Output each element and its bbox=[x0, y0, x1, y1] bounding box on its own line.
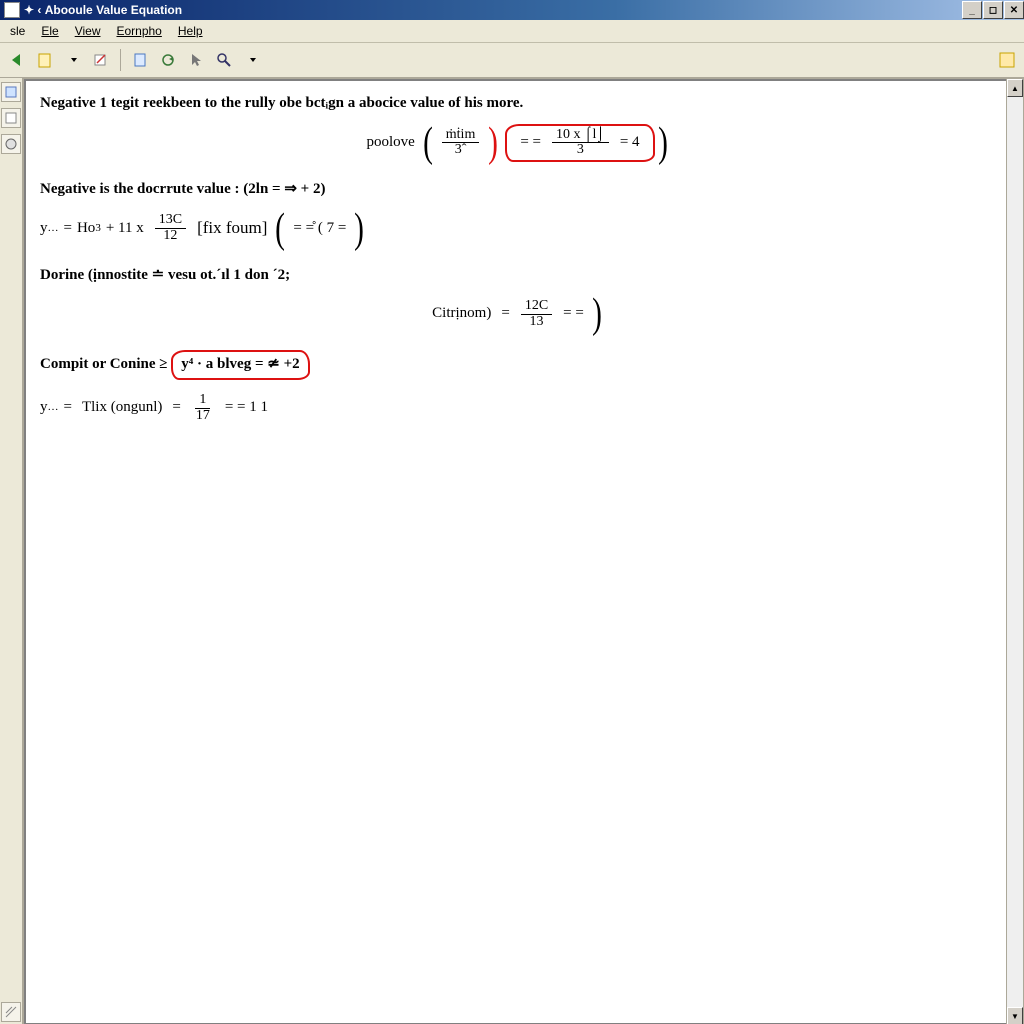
eq1-frac1-num: ṁṫim bbox=[442, 128, 480, 144]
pointer-icon[interactable] bbox=[183, 47, 209, 73]
zoom-icon[interactable] bbox=[211, 47, 237, 73]
eq3-frac: 12C 13 bbox=[521, 299, 552, 329]
title-prefix: ✦ ‹ bbox=[24, 3, 41, 17]
page-icon[interactable] bbox=[127, 47, 153, 73]
text-line-4a: Compit or Conine ≥ bbox=[40, 356, 168, 372]
eq4-ysub: … bbox=[48, 400, 59, 416]
eq2-paren-inner: = =̊ ( 7 = bbox=[288, 218, 351, 240]
text-line-1: Negative 1 tegit reekbeen to the rully o… bbox=[40, 93, 992, 115]
eq1-mid: = = bbox=[515, 132, 546, 154]
text-line-2b: (2ln = ⇒ + 2) bbox=[243, 181, 325, 197]
scroll-up-button[interactable]: ▲ bbox=[1007, 79, 1023, 97]
eq2-ho: Ho bbox=[77, 218, 95, 240]
title-bar: ✦ ‹ Abooule Value Equation _ ◻ ✕ bbox=[0, 0, 1024, 20]
equation-3: Citrịnom) = 12C 13 = = ) bbox=[40, 292, 992, 336]
refresh-icon[interactable] bbox=[155, 47, 181, 73]
text-line-4: Compit or Conine ≥ y⁴ · a blveg = ≄ +2 bbox=[40, 350, 992, 380]
open-paren-icon: ( bbox=[422, 122, 433, 164]
eq1-prefix: poolove bbox=[361, 132, 419, 154]
text-line-2a: Negative is the docrrute value : bbox=[40, 181, 240, 197]
vertical-scrollbar[interactable]: ▲ ▼ bbox=[1006, 79, 1023, 1024]
back-arrow-icon[interactable] bbox=[4, 47, 30, 73]
text-line-4b: y⁴ · a blveg = ≄ +2 bbox=[181, 354, 299, 376]
minimize-button[interactable]: _ bbox=[962, 1, 982, 19]
zoom-dropdown[interactable] bbox=[239, 47, 265, 73]
window-buttons: _ ◻ ✕ bbox=[961, 1, 1024, 19]
eq2-fixfoum: [fix foum] bbox=[192, 216, 272, 241]
help-box-icon[interactable] bbox=[994, 47, 1020, 73]
sidebar-tool-b[interactable] bbox=[1, 108, 21, 128]
content-frame: Negative 1 tegit reekbeen to the rully o… bbox=[23, 78, 1024, 1024]
eq2-frac-den: 12 bbox=[159, 229, 181, 244]
document-area: Negative 1 tegit reekbeen to the rully o… bbox=[26, 81, 1006, 1023]
eq2-frac-num: 13C bbox=[155, 213, 186, 229]
sidebar-tool-c[interactable] bbox=[1, 134, 21, 154]
eq2-plus11x: + 11 x bbox=[101, 218, 149, 240]
app-icon bbox=[4, 2, 20, 18]
eq3-tail: = = bbox=[558, 303, 589, 325]
eq2-y: y bbox=[40, 218, 48, 240]
eq-line4-red-annotation: y⁴ · a blveg = ≄ +2 bbox=[171, 350, 309, 380]
toolbar bbox=[0, 43, 1024, 78]
new-doc-icon[interactable] bbox=[32, 47, 58, 73]
eq4-tlix: Tlix (ongunl) bbox=[77, 397, 167, 419]
menu-sle[interactable]: sle bbox=[2, 22, 33, 40]
close-button[interactable]: ✕ bbox=[1004, 1, 1024, 19]
eq4-eq2: = bbox=[167, 397, 185, 419]
equation-1: poolove ( ṁṫim 3ˆ ) = = 10 x ⌠l⌡ 3 bbox=[40, 121, 992, 165]
sidebar-corner-icon[interactable] bbox=[1, 1002, 21, 1022]
toolbar-separator bbox=[120, 49, 121, 71]
scroll-down-button[interactable]: ▼ bbox=[1007, 1007, 1023, 1024]
eq1-frac2-den: 3 bbox=[573, 143, 588, 158]
menu-bar: sle Ele View Eornpho Help bbox=[0, 20, 1024, 43]
eq3-frac-den: 13 bbox=[525, 315, 547, 330]
scroll-track[interactable] bbox=[1007, 97, 1023, 1007]
close-paren-icon-2: ) bbox=[657, 122, 668, 164]
eq2-open-paren-icon: ( bbox=[275, 208, 286, 250]
eq4-y: y bbox=[40, 397, 48, 419]
eq4-eq: = bbox=[59, 397, 77, 419]
new-doc-dropdown[interactable] bbox=[60, 47, 86, 73]
window-title: Abooule Value Equation bbox=[45, 3, 961, 17]
eq4-frac-den: 17 bbox=[192, 409, 214, 424]
convert-icon[interactable] bbox=[88, 47, 114, 73]
eq4-frac: 1 17 bbox=[192, 393, 214, 423]
eq3-frac-num: 12C bbox=[521, 299, 552, 315]
workspace: Negative 1 tegit reekbeen to the rully o… bbox=[0, 78, 1024, 1024]
menu-view[interactable]: View bbox=[67, 22, 109, 40]
eq3-lhs: Citrịnom) bbox=[427, 303, 496, 325]
eq1-frac1: ṁṫim 3ˆ bbox=[442, 128, 480, 158]
text-line-2: Negative is the docrrute value : (2ln = … bbox=[40, 179, 992, 201]
equation-2: y … = Ho 3 + 11 x 13C 12 [fix foum] ( = … bbox=[40, 207, 992, 251]
menu-eornpho[interactable]: Eornpho bbox=[108, 22, 169, 40]
eq1-tail: = 4 bbox=[615, 132, 645, 154]
eq3-eq: = bbox=[496, 303, 514, 325]
restore-button[interactable]: ◻ bbox=[983, 1, 1003, 19]
menu-ele[interactable]: Ele bbox=[33, 22, 66, 40]
eq2-frac: 13C 12 bbox=[155, 213, 186, 243]
eq2-ysub: … bbox=[48, 221, 59, 237]
left-sidebar bbox=[0, 78, 23, 1024]
eq4-frac-num: 1 bbox=[195, 393, 210, 409]
eq1-frac1-den: 3ˆ bbox=[451, 143, 471, 158]
document-body: Negative 1 tegit reekbeen to the rully o… bbox=[26, 81, 1006, 452]
eq2-eq: = bbox=[59, 218, 77, 240]
eq2-close-paren-icon: ) bbox=[354, 208, 365, 250]
eq1-frac2-num: 10 x ⌠l⌡ bbox=[552, 128, 609, 144]
eq3-close-paren-icon: ) bbox=[591, 293, 602, 335]
menu-help[interactable]: Help bbox=[170, 22, 211, 40]
equation-4: y … = Tlix (ongunl) = 1 17 = = 1 1 bbox=[40, 386, 992, 430]
close-paren-icon: ) bbox=[488, 122, 499, 164]
text-line-3: Dorine (ịnnostite ≐ vesu ot.´ıl 1 don ´2… bbox=[40, 265, 992, 287]
sidebar-tool-a[interactable] bbox=[1, 82, 21, 102]
eq1-red-annotation: = = 10 x ⌠l⌡ 3 = 4 bbox=[505, 124, 654, 162]
eq1-frac2: 10 x ⌠l⌡ 3 bbox=[552, 128, 609, 158]
eq4-tail: = = 1 1 bbox=[220, 397, 273, 419]
